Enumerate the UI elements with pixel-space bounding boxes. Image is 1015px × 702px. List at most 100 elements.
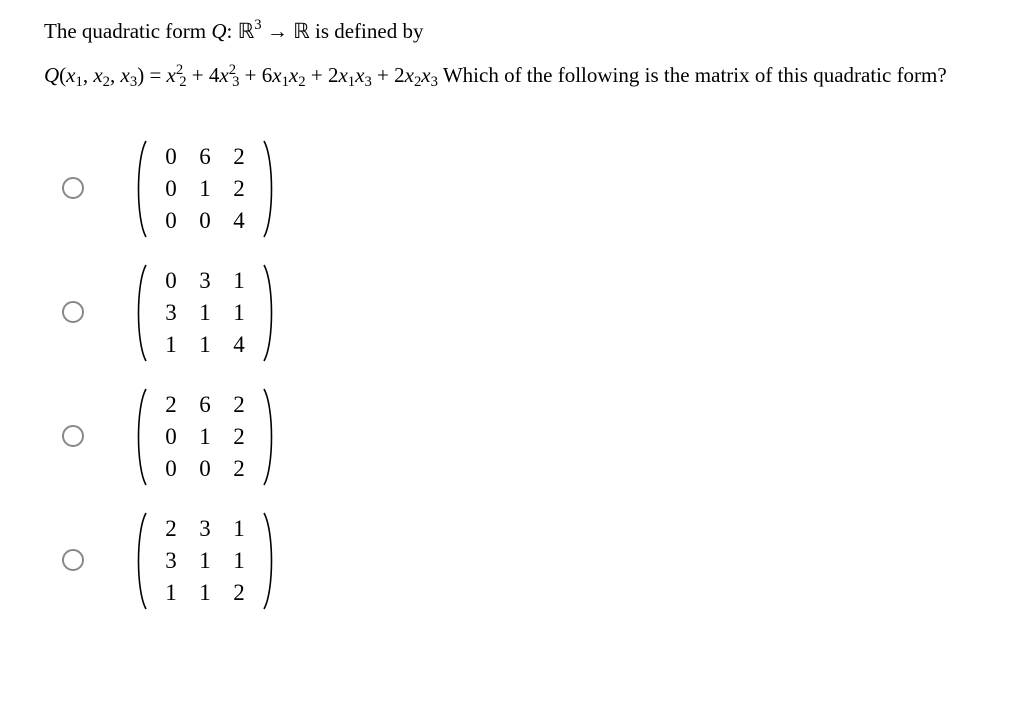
matrix-cell: 4 xyxy=(222,332,256,358)
paren-right-icon xyxy=(262,139,278,239)
matrix-cell: 2 xyxy=(222,424,256,450)
equals: = xyxy=(144,63,166,87)
var-x: x xyxy=(421,63,430,87)
set-R: ℝ xyxy=(238,19,255,43)
matrix-cell: 1 xyxy=(188,176,222,202)
matrix-cell: 2 xyxy=(222,392,256,418)
radio-option-3[interactable] xyxy=(62,425,84,447)
question-equation: Q(x1, x2, x3) = x22 + 4x23 + 6x1x2 + 2x1… xyxy=(44,60,975,90)
var-x: x xyxy=(121,63,130,87)
var-x: x xyxy=(167,63,176,87)
plus: + xyxy=(239,63,261,87)
subscript: 3 xyxy=(232,74,239,90)
paren-right-icon xyxy=(262,263,278,363)
set-R: ℝ xyxy=(293,19,310,43)
matrix-cell: 1 xyxy=(188,580,222,606)
matrix: 2 3 1 3 1 1 1 1 2 xyxy=(132,511,278,611)
matrix-body: 0 6 2 0 1 2 0 0 4 xyxy=(148,139,262,239)
matrix-cell: 0 xyxy=(154,208,188,234)
matrix-cell: 2 xyxy=(222,456,256,482)
paren-left-icon xyxy=(132,511,148,611)
matrix-cell: 2 xyxy=(222,144,256,170)
matrix-row: 0 1 2 xyxy=(154,424,256,450)
matrix-cell: 1 xyxy=(188,332,222,358)
matrix-cell: 0 xyxy=(154,144,188,170)
coef: 6 xyxy=(262,63,273,87)
matrix-row: 1 1 4 xyxy=(154,332,256,358)
matrix-cell: 0 xyxy=(188,208,222,234)
var-x: x xyxy=(93,63,102,87)
subscript: 2 xyxy=(103,74,110,90)
matrix-cell: 2 xyxy=(154,392,188,418)
var-Q: Q xyxy=(44,63,59,87)
subscript: 3 xyxy=(431,74,438,90)
var-x: x xyxy=(66,63,75,87)
subscript: 1 xyxy=(76,74,83,90)
subscript: 3 xyxy=(364,74,371,90)
coef: 2 xyxy=(394,63,405,87)
matrix-cell: 3 xyxy=(154,300,188,326)
question-stem-line1: The quadratic form Q: ℝ3 → ℝ is defined … xyxy=(44,16,975,46)
subscript: 1 xyxy=(348,74,355,90)
matrix-cell: 0 xyxy=(154,424,188,450)
paren-left-icon xyxy=(132,387,148,487)
comma: , xyxy=(83,63,94,87)
arrow: → xyxy=(262,19,294,43)
matrix-cell: 1 xyxy=(222,548,256,574)
paren-left-icon xyxy=(132,263,148,363)
matrix-cell: 3 xyxy=(188,268,222,294)
text: is defined by xyxy=(310,19,424,43)
matrix-cell: 3 xyxy=(188,516,222,542)
matrix-row: 0 1 2 xyxy=(154,176,256,202)
matrix-body: 2 3 1 3 1 1 1 1 2 xyxy=(148,511,262,611)
var-x: x xyxy=(338,63,347,87)
coef: 2 xyxy=(328,63,339,87)
subscript: 2 xyxy=(414,74,421,90)
matrix-cell: 1 xyxy=(154,332,188,358)
var-x: x xyxy=(219,63,228,87)
matrix-cell: 0 xyxy=(188,456,222,482)
matrix-cell: 1 xyxy=(188,424,222,450)
var-x: x xyxy=(289,63,298,87)
matrix-cell: 6 xyxy=(188,392,222,418)
matrix-cell: 2 xyxy=(222,580,256,606)
radio-option-1[interactable] xyxy=(62,177,84,199)
matrix-row: 0 6 2 xyxy=(154,144,256,170)
matrix-cell: 6 xyxy=(188,144,222,170)
matrix-cell: 0 xyxy=(154,456,188,482)
subscript: 2 xyxy=(179,74,186,90)
matrix-body: 2 6 2 0 1 2 0 0 2 xyxy=(148,387,262,487)
subscript: 1 xyxy=(282,74,289,90)
matrix-row: 3 1 1 xyxy=(154,548,256,574)
answer-option: 0 3 1 3 1 1 1 1 4 xyxy=(62,263,975,363)
radio-option-4[interactable] xyxy=(62,549,84,571)
matrix-cell: 1 xyxy=(188,548,222,574)
matrix-cell: 1 xyxy=(154,580,188,606)
subscript: 3 xyxy=(130,74,137,90)
comma: , xyxy=(110,63,121,87)
matrix-cell: 2 xyxy=(222,176,256,202)
matrix: 2 6 2 0 1 2 0 0 2 xyxy=(132,387,278,487)
matrix: 0 6 2 0 1 2 0 0 4 xyxy=(132,139,278,239)
var-x: x xyxy=(405,63,414,87)
matrix-cell: 0 xyxy=(154,268,188,294)
paren-left-icon xyxy=(132,139,148,239)
coef: 4 xyxy=(209,63,220,87)
exponent: 3 xyxy=(254,17,261,33)
paren-right-icon xyxy=(262,511,278,611)
matrix-body: 0 3 1 3 1 1 1 1 4 xyxy=(148,263,262,363)
var-x: x xyxy=(272,63,281,87)
radio-option-2[interactable] xyxy=(62,301,84,323)
matrix-row: 3 1 1 xyxy=(154,300,256,326)
matrix-row: 0 0 2 xyxy=(154,456,256,482)
paren-right-icon xyxy=(262,387,278,487)
matrix-row: 2 3 1 xyxy=(154,516,256,542)
var-Q: Q xyxy=(211,19,226,43)
matrix-cell: 1 xyxy=(188,300,222,326)
matrix-row: 1 1 2 xyxy=(154,580,256,606)
matrix-row: 0 3 1 xyxy=(154,268,256,294)
matrix-cell: 3 xyxy=(154,548,188,574)
matrix-cell: 1 xyxy=(222,268,256,294)
matrix-cell: 2 xyxy=(154,516,188,542)
matrix-row: 2 6 2 xyxy=(154,392,256,418)
